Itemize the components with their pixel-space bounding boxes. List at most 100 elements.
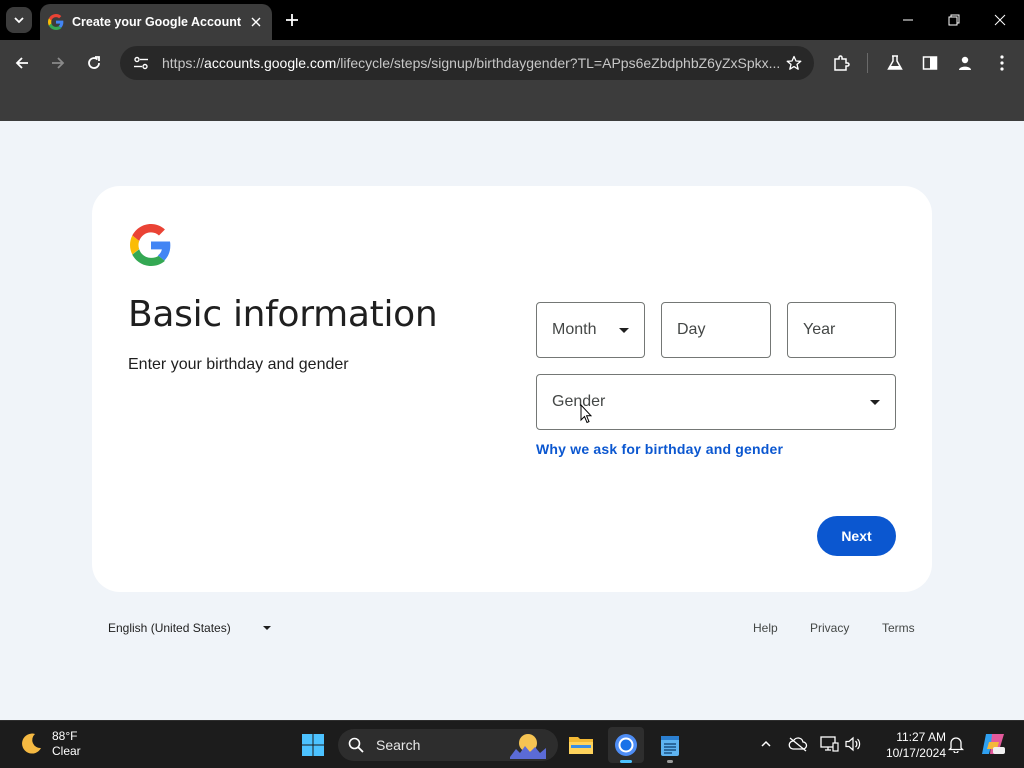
chrome-taskbar-button[interactable] bbox=[608, 727, 644, 763]
bell-icon bbox=[948, 737, 964, 753]
speaker-icon bbox=[845, 736, 861, 752]
clock-time: 11:27 AM bbox=[896, 730, 946, 744]
extensions-button[interactable] bbox=[829, 51, 853, 75]
flask-icon bbox=[887, 55, 903, 70]
file-explorer-button[interactable] bbox=[563, 727, 599, 763]
language-select-label: English (United States) bbox=[108, 621, 231, 635]
browser-tab-strip: Create your Google Account bbox=[0, 0, 1024, 40]
weather-condition: Clear bbox=[52, 744, 81, 758]
back-button[interactable] bbox=[8, 49, 36, 77]
taskbar: 88°F Clear Search 11:27 AM 10/17/2024 bbox=[0, 720, 1024, 768]
notepad-taskbar-button[interactable] bbox=[652, 727, 688, 763]
side-panel-button[interactable] bbox=[918, 51, 942, 75]
page-subtitle: Enter your birthday and gender bbox=[128, 356, 349, 373]
chevron-up-icon bbox=[761, 740, 771, 747]
next-button[interactable]: Next bbox=[817, 516, 896, 556]
windows-logo-icon bbox=[302, 734, 324, 756]
taskbar-search[interactable]: Search bbox=[338, 729, 558, 761]
side-panel-icon bbox=[922, 56, 938, 70]
system-clock[interactable]: 11:27 AM 10/17/2024 bbox=[872, 729, 946, 761]
folder-icon bbox=[569, 737, 593, 754]
language-select[interactable]: English (United States) bbox=[108, 616, 271, 640]
onedrive-tray-icon[interactable] bbox=[787, 733, 809, 755]
taskbar-search-label: Search bbox=[376, 737, 421, 753]
url-host: accounts.google.com bbox=[204, 55, 337, 71]
puzzle-icon bbox=[834, 55, 850, 71]
chevron-down-icon bbox=[14, 17, 24, 24]
arrow-left-icon bbox=[15, 57, 28, 69]
privacy-link[interactable]: Privacy bbox=[810, 616, 849, 640]
site-info-icon[interactable] bbox=[132, 54, 150, 72]
cloud-off-icon bbox=[788, 737, 808, 752]
arrow-right-icon bbox=[52, 57, 65, 69]
labs-button[interactable] bbox=[883, 51, 907, 75]
minimize-button[interactable] bbox=[894, 6, 922, 34]
month-select[interactable]: Month bbox=[536, 302, 645, 358]
year-input-placeholder: Year bbox=[803, 321, 836, 338]
search-icon bbox=[348, 737, 364, 753]
help-link[interactable]: Help bbox=[753, 616, 778, 640]
close-icon bbox=[251, 17, 261, 27]
terms-link[interactable]: Terms bbox=[882, 616, 915, 640]
tab-search-button[interactable] bbox=[6, 7, 32, 33]
person-icon bbox=[959, 56, 971, 70]
forward-button[interactable] bbox=[44, 49, 72, 77]
moon-icon bbox=[22, 733, 41, 754]
clock-date: 10/17/2024 bbox=[885, 746, 946, 760]
more-vertical-icon bbox=[1000, 55, 1004, 71]
running-app-indicator bbox=[667, 760, 673, 763]
chrome-icon bbox=[615, 734, 637, 756]
caret-down-icon bbox=[619, 327, 629, 333]
gender-select-label: Gender bbox=[552, 393, 606, 410]
notifications-button[interactable] bbox=[945, 733, 967, 755]
plus-icon bbox=[286, 14, 298, 26]
address-bar[interactable]: https://accounts.google.com/lifecycle/st… bbox=[120, 46, 814, 80]
google-favicon-icon bbox=[48, 14, 64, 30]
notepad-icon bbox=[661, 736, 679, 756]
close-icon bbox=[994, 14, 1006, 26]
search-highlight-icon bbox=[510, 734, 546, 759]
page-footer: English (United States) Help Privacy Ter… bbox=[0, 616, 1024, 640]
profile-button[interactable] bbox=[953, 51, 977, 75]
monitor-network-icon bbox=[820, 736, 839, 752]
minimize-icon bbox=[903, 19, 913, 21]
url-path: /lifecycle/steps/signup/birthdaygender?T… bbox=[336, 55, 781, 71]
close-window-button[interactable] bbox=[986, 6, 1014, 34]
browser-toolbar: https://accounts.google.com/lifecycle/st… bbox=[0, 40, 1024, 86]
day-input[interactable]: Day bbox=[661, 302, 771, 358]
show-hidden-icons-button[interactable] bbox=[755, 733, 777, 755]
copilot-button[interactable] bbox=[980, 731, 1006, 757]
tab-active[interactable]: Create your Google Account bbox=[40, 4, 272, 40]
day-input-placeholder: Day bbox=[677, 321, 706, 338]
url-text: https://accounts.google.com/lifecycle/st… bbox=[162, 55, 784, 71]
active-app-indicator bbox=[620, 760, 632, 763]
bookmark-star-button[interactable] bbox=[784, 53, 804, 73]
tab-title: Create your Google Account bbox=[72, 15, 242, 29]
new-tab-button[interactable] bbox=[280, 8, 304, 32]
url-scheme: https:// bbox=[162, 55, 205, 71]
toolbar-divider bbox=[867, 53, 868, 73]
start-button[interactable] bbox=[295, 727, 331, 763]
tab-close-button[interactable] bbox=[248, 14, 264, 30]
star-icon bbox=[786, 55, 802, 70]
bookmarks-bar bbox=[0, 86, 1024, 121]
page-title: Basic information bbox=[128, 294, 438, 335]
year-input[interactable]: Year bbox=[787, 302, 896, 358]
month-select-label: Month bbox=[552, 321, 597, 338]
browser-menu-button[interactable] bbox=[990, 51, 1014, 75]
network-tray-icon[interactable] bbox=[818, 733, 840, 755]
mouse-cursor-icon bbox=[580, 404, 592, 424]
page-content: Basic information Enter your birthday an… bbox=[0, 121, 1024, 720]
restore-icon bbox=[948, 14, 960, 26]
signup-card: Basic information Enter your birthday an… bbox=[92, 186, 932, 592]
why-ask-link[interactable]: Why we ask for birthday and gender bbox=[536, 441, 783, 457]
weather-temperature: 88°F bbox=[52, 729, 78, 743]
restore-button[interactable] bbox=[940, 6, 968, 34]
google-logo-icon bbox=[130, 224, 171, 266]
copilot-icon bbox=[982, 734, 1005, 754]
reload-button[interactable] bbox=[80, 49, 108, 77]
caret-down-icon bbox=[870, 399, 880, 405]
volume-tray-icon[interactable] bbox=[842, 733, 864, 755]
weather-widget[interactable]: 88°F Clear bbox=[18, 729, 81, 759]
caret-down-icon bbox=[262, 626, 271, 630]
